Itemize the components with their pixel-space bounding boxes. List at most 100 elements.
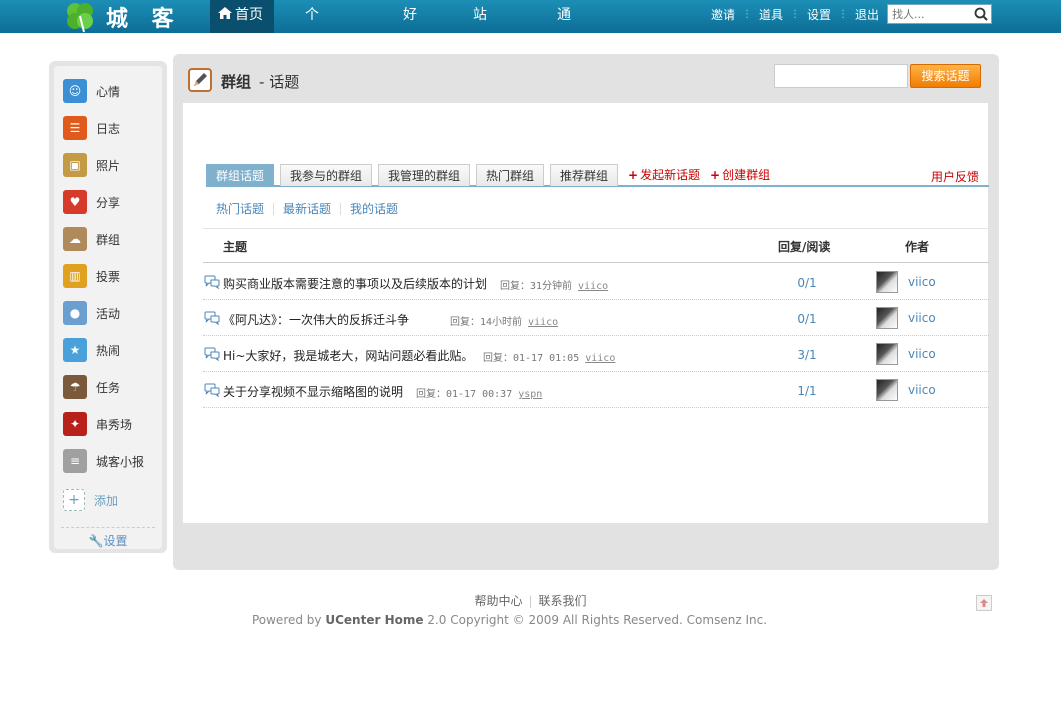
nav-profile[interactable]: 个人主页 bbox=[305, 0, 319, 113]
help-center-link[interactable]: 帮助中心 bbox=[474, 594, 522, 608]
add-app-label: 添加 bbox=[94, 493, 119, 508]
topic-title-link[interactable]: 《阿凡达》：一次伟大的反拆迁斗争 bbox=[223, 311, 409, 328]
sidebar-item-mood[interactable]: ☺ 心情 bbox=[63, 78, 120, 104]
task-icon: ☂ bbox=[63, 375, 87, 399]
sidebar-item-label: 串秀场 bbox=[96, 417, 133, 432]
reply-user-link[interactable]: viico bbox=[585, 353, 615, 364]
topic-title-link[interactable]: 关于分享视频不显示缩略图的说明 bbox=[223, 383, 403, 400]
reply-user-link[interactable]: viico bbox=[528, 317, 558, 328]
content-area: 群组话题 我参与的群组 我管理的群组 热门群组 推荐群组 + 发起新话题 + 创建群… bbox=[183, 103, 989, 523]
tab-recommended-groups[interactable]: 推荐群组 bbox=[550, 164, 618, 186]
sidebar-item-label: 日志 bbox=[96, 121, 121, 136]
sidebar-item-label: 热闹 bbox=[96, 343, 121, 358]
app-list: ☺ 心情 ☰ 日志 ▣ 照片 ♥ 分享 ☁ 群组 ▥ 投票 ● 活动 ★ 热闹 bbox=[54, 66, 162, 549]
author-link[interactable]: viico bbox=[908, 275, 936, 289]
sidebar-settings-link[interactable]: 🔧设置 bbox=[54, 532, 162, 549]
column-author: 作者 bbox=[905, 240, 930, 254]
app-sidebar: ☺ 心情 ☰ 日志 ▣ 照片 ♥ 分享 ☁ 群组 ▥ 投票 ● 活动 ★ 热闹 bbox=[49, 61, 167, 553]
nav-home[interactable]: 首页 bbox=[210, 0, 274, 33]
filter-hot-topics[interactable]: 热门话题 bbox=[216, 200, 264, 217]
reply-user-link[interactable]: viico bbox=[578, 281, 608, 292]
smiley-icon: ☺ bbox=[63, 79, 87, 103]
wrench-icon: 🔧 bbox=[88, 534, 104, 548]
site-logo[interactable]: 城 客 bbox=[62, 0, 182, 33]
reply-read-count: 0/1 bbox=[797, 276, 817, 290]
tab-hot-groups[interactable]: 热门群组 bbox=[476, 164, 544, 186]
reply-user-link[interactable]: yspn bbox=[518, 389, 542, 400]
topic-title-link[interactable]: Hi~大家好，我是城老大，网站问题必看此贴。 bbox=[223, 347, 473, 364]
sidebar-item-groups[interactable]: ☁ 群组 bbox=[63, 226, 120, 252]
invite-link[interactable]: 邀请 bbox=[711, 6, 735, 23]
topic-reply-meta: 回复：01-17 01:05 viico bbox=[483, 349, 615, 364]
clover-logo-icon bbox=[62, 0, 98, 33]
reply-read-count: 1/1 bbox=[797, 384, 817, 398]
props-link[interactable]: 道具 bbox=[759, 6, 783, 23]
create-group-label: 创建群组 bbox=[722, 168, 771, 182]
sidebar-item-photos[interactable]: ▣ 照片 bbox=[63, 152, 120, 178]
page-subtitle: - 话题 bbox=[259, 73, 300, 91]
feedback-link[interactable]: 用户反馈 bbox=[931, 168, 979, 185]
settings-link[interactable]: 设置 bbox=[807, 6, 831, 23]
author-link[interactable]: viico bbox=[908, 383, 936, 397]
reply-time: 回复：14小时前 bbox=[450, 317, 523, 328]
newspaper-icon: ≡ bbox=[63, 449, 87, 473]
sidebar-item-tasks[interactable]: ☂ 任务 bbox=[63, 374, 120, 400]
back-to-top-button[interactable] bbox=[976, 595, 992, 611]
sidebar-item-poll[interactable]: ▥ 投票 bbox=[63, 263, 120, 289]
avatar[interactable] bbox=[876, 343, 898, 365]
logout-link[interactable]: 退出 bbox=[855, 6, 879, 23]
sidebar-item-label: 心情 bbox=[96, 84, 121, 99]
top-bar: 城 客 首页 个人主页 好友 站内信 通知 邀请 ⋮ 道具 ⋮ 设置 ⋮ 退出 bbox=[0, 0, 1061, 113]
sidebar-settings-label: 设置 bbox=[103, 534, 128, 548]
search-topic-button[interactable]: 搜索话题 bbox=[910, 64, 981, 88]
filter-latest-topics[interactable]: 最新话题 bbox=[283, 200, 331, 217]
author-link[interactable]: viico bbox=[908, 311, 936, 325]
group-icon: ☁ bbox=[63, 227, 87, 251]
sidebar-item-hot[interactable]: ★ 热闹 bbox=[63, 337, 120, 363]
topic-title-link[interactable]: 购买商业版本需要注意的事项以及后续版本的计划 bbox=[223, 275, 487, 292]
tab-group-topics[interactable]: 群组话题 bbox=[206, 164, 274, 186]
sidebar-item-show[interactable]: ✦ 串秀场 bbox=[63, 411, 132, 437]
footer-separator: | bbox=[528, 594, 533, 608]
create-group-link[interactable]: + 创建群组 bbox=[710, 166, 770, 183]
plus-icon: + bbox=[628, 168, 639, 182]
sidebar-item-label: 照片 bbox=[96, 158, 121, 173]
table-row: Hi~大家好，我是城老大，网站问题必看此贴。 回复：01-17 01:05 vii… bbox=[203, 336, 989, 372]
avatar[interactable] bbox=[876, 307, 898, 329]
filter-my-topics[interactable]: 我的话题 bbox=[350, 200, 398, 217]
topic-reply-meta: 回复：01-17 00:37 yspn bbox=[416, 385, 542, 400]
avatar[interactable] bbox=[876, 379, 898, 401]
nav-messages[interactable]: 站内信 bbox=[473, 0, 487, 83]
sidebar-item-label: 活动 bbox=[96, 306, 121, 321]
search-icon[interactable] bbox=[974, 7, 988, 24]
table-header: 主题 回复/阅读 作者 bbox=[203, 229, 989, 263]
add-app-button[interactable]: + 添加 bbox=[63, 487, 118, 513]
sidebar-item-newspaper[interactable]: ≡ 城客小报 bbox=[63, 448, 144, 474]
sidebar-item-label: 城客小报 bbox=[96, 454, 145, 469]
chat-bubble-icon bbox=[204, 275, 220, 292]
tab-joined-groups[interactable]: 我参与的群组 bbox=[280, 164, 372, 186]
tab-managed-groups[interactable]: 我管理的群组 bbox=[378, 164, 470, 186]
main-nav: 首页 个人主页 好友 站内信 通知 bbox=[210, 0, 571, 113]
author-link[interactable]: viico bbox=[908, 347, 936, 361]
arrow-up-icon bbox=[980, 599, 988, 607]
sidebar-item-share[interactable]: ♥ 分享 bbox=[63, 189, 120, 215]
topic-search-box bbox=[774, 64, 908, 88]
event-icon: ● bbox=[63, 301, 87, 325]
people-search-input[interactable] bbox=[888, 5, 970, 23]
link-separator: ⋮ bbox=[790, 8, 801, 20]
chat-bubble-icon bbox=[204, 383, 220, 400]
notepad-icon: ☰ bbox=[63, 116, 87, 140]
avatar[interactable] bbox=[876, 271, 898, 293]
plus-icon: + bbox=[63, 489, 85, 511]
nav-friends[interactable]: 好友 bbox=[403, 0, 417, 53]
group-tabs: 群组话题 我参与的群组 我管理的群组 热门群组 推荐群组 + 发起新话题 + 创建群… bbox=[206, 163, 989, 187]
contact-us-link[interactable]: 联系我们 bbox=[539, 594, 587, 608]
nav-notifications[interactable]: 通知 bbox=[557, 0, 571, 78]
new-topic-link[interactable]: + 发起新话题 bbox=[628, 166, 700, 183]
reply-time: 回复：01-17 01:05 bbox=[483, 353, 580, 364]
topic-search-input[interactable] bbox=[775, 65, 905, 87]
sidebar-item-events[interactable]: ● 活动 bbox=[63, 300, 120, 326]
sidebar-item-blog[interactable]: ☰ 日志 bbox=[63, 115, 120, 141]
product-name[interactable]: UCenter Home bbox=[325, 613, 423, 627]
